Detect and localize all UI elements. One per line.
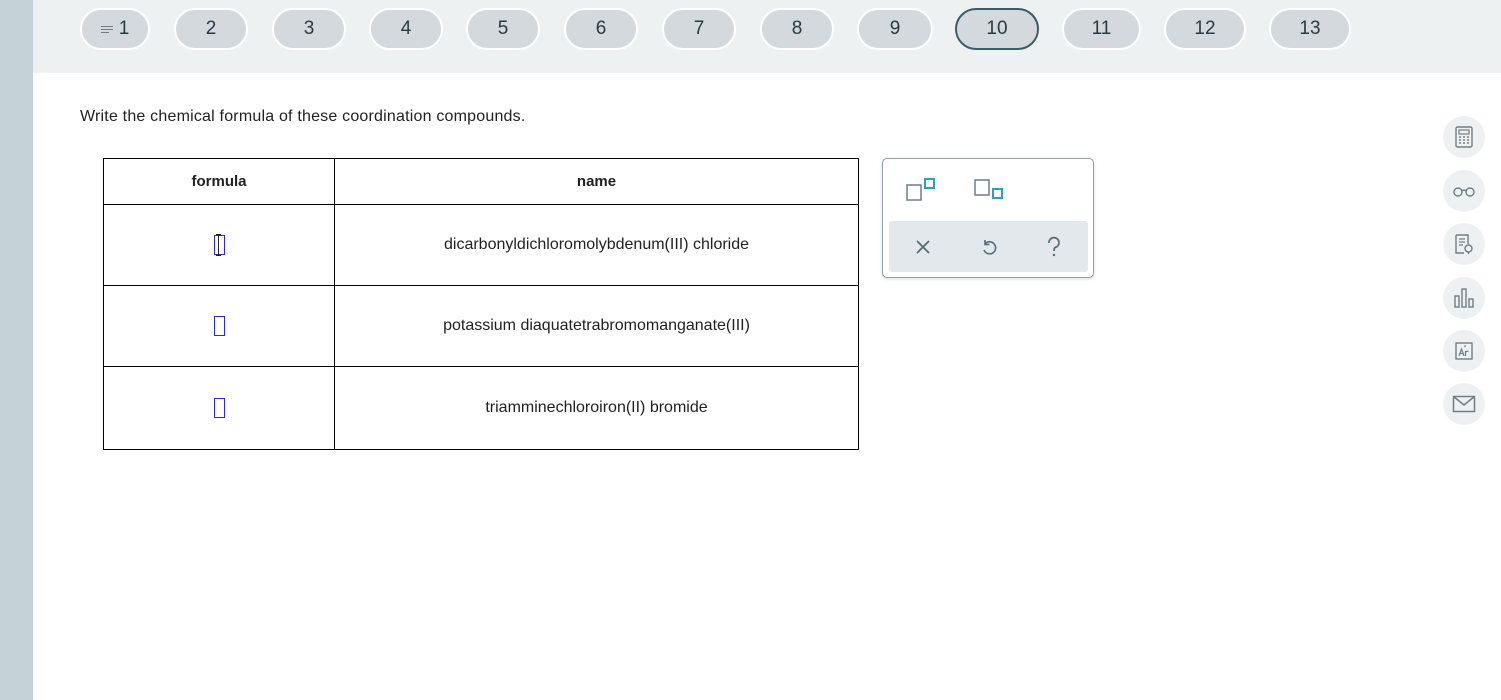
- compound-name: triamminechloroiron(II) bromide: [334, 366, 859, 450]
- question-pill-3[interactable]: 3: [272, 8, 346, 50]
- compound-name: potassium diaquatetrabromomanganate(III): [334, 285, 859, 367]
- question-pill-label: 12: [1194, 18, 1216, 39]
- question-pill-label: 9: [889, 18, 901, 39]
- question-pill-5[interactable]: 5: [466, 8, 540, 50]
- table-header-row: formula name: [103, 158, 859, 205]
- subscript-button[interactable]: [969, 173, 1009, 209]
- subscript-icon: [974, 179, 1003, 199]
- glasses-icon: [1453, 187, 1475, 197]
- question-pill-10-active[interactable]: 10: [955, 8, 1039, 50]
- clear-button[interactable]: [907, 231, 939, 263]
- question-instruction: Write the chemical formula of these coor…: [80, 108, 526, 125]
- question-pill-label: 5: [497, 18, 509, 39]
- question-pill-label: 10: [986, 18, 1008, 39]
- question-pill-13[interactable]: 13: [1269, 8, 1351, 50]
- undo-icon: [983, 240, 997, 255]
- notes-icon: [1455, 234, 1473, 254]
- question-pill-4[interactable]: 4: [369, 8, 443, 50]
- question-pill-6[interactable]: 6: [564, 8, 638, 50]
- notes-button[interactable]: [1443, 223, 1485, 265]
- question-pill-label: 8: [791, 18, 803, 39]
- help-button[interactable]: [1038, 231, 1070, 263]
- question-pill-label: 3: [303, 18, 315, 39]
- formula-cell[interactable]: [103, 285, 335, 367]
- question-pill-2[interactable]: 2: [174, 8, 248, 50]
- question-pill-label: 7: [693, 18, 705, 39]
- formula-cell[interactable]: [103, 366, 335, 450]
- toolbox-actions: [889, 221, 1088, 272]
- question-navigation-bar: 1 2 3 4 5 6 7 8 9 10 11 12 13: [33, 0, 1501, 73]
- question-pill-label: 1: [118, 18, 130, 39]
- undo-button[interactable]: [973, 231, 1005, 263]
- clear-icon: [916, 240, 930, 254]
- question-pill-9[interactable]: 9: [857, 8, 933, 50]
- periodic-table-icon: [1455, 342, 1473, 360]
- question-pill-label: 2: [205, 18, 217, 39]
- question-pill-1[interactable]: 1: [80, 8, 150, 50]
- formula-input-slot[interactable]: [213, 398, 225, 418]
- table-row: triamminechloroiron(II) bromide: [103, 366, 859, 450]
- calculator-button[interactable]: [1443, 116, 1485, 158]
- question-pill-label: 11: [1091, 18, 1112, 39]
- bar-chart-icon: [1454, 288, 1474, 308]
- menu-lines-icon: [100, 25, 113, 34]
- table-row: potassium diaquatetrabromomanganate(III): [103, 285, 859, 367]
- left-rail: [0, 0, 33, 700]
- question-pill-12[interactable]: 12: [1164, 8, 1246, 50]
- question-pill-label: 13: [1299, 18, 1321, 39]
- name-column-header: name: [334, 158, 859, 205]
- formula-column-header: formula: [103, 158, 335, 205]
- formula-input-slot[interactable]: [213, 316, 225, 336]
- question-pill-8[interactable]: 8: [760, 8, 834, 50]
- superscript-icon: [906, 178, 935, 201]
- formula-cell[interactable]: [103, 204, 335, 286]
- answer-table: formula name dicarbonyldichloromolybdenu…: [103, 158, 859, 450]
- question-pill-11[interactable]: 11: [1062, 8, 1141, 50]
- data-chart-button[interactable]: [1443, 277, 1485, 319]
- question-pill-7[interactable]: 7: [662, 8, 736, 50]
- formula-toolbox: [882, 158, 1094, 278]
- reading-glasses-button[interactable]: [1443, 170, 1485, 212]
- table-row: dicarbonyldichloromolybdenum(III) chlori…: [103, 204, 859, 286]
- mail-icon: [1452, 395, 1476, 413]
- calculator-icon: [1455, 126, 1473, 148]
- question-pill-label: 4: [400, 18, 412, 39]
- question-pill-label: 6: [595, 18, 607, 39]
- help-icon: [1048, 236, 1060, 257]
- periodic-table-button[interactable]: [1443, 330, 1485, 372]
- message-button[interactable]: [1443, 383, 1485, 425]
- compound-name: dicarbonyldichloromolybdenum(III) chlori…: [334, 204, 859, 286]
- formula-input-slot[interactable]: [213, 234, 225, 256]
- superscript-button[interactable]: [901, 173, 941, 209]
